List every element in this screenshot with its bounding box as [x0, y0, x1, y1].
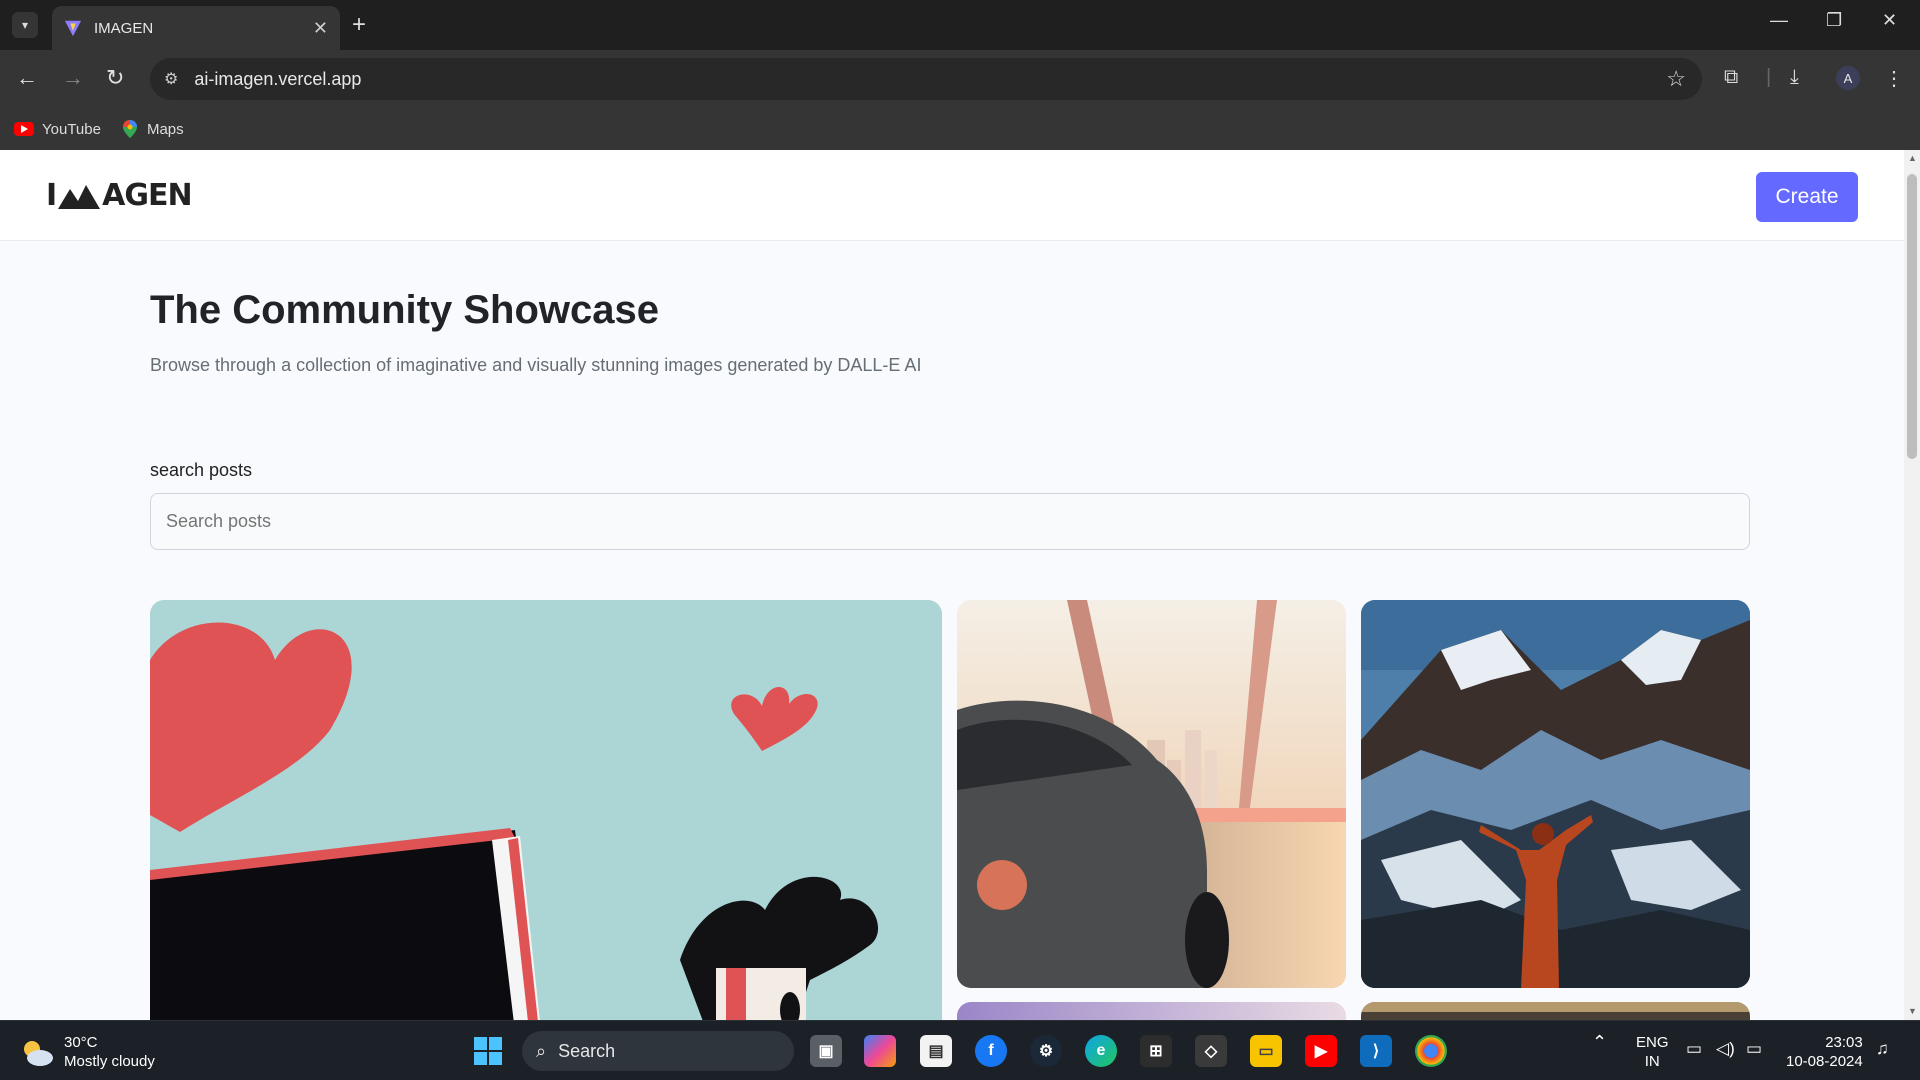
window-close-icon[interactable]: ✕ — [1882, 10, 1897, 31]
tab-close-icon[interactable]: ✕ — [313, 18, 328, 39]
site-info-icon[interactable]: ⚙ — [164, 69, 178, 89]
logo-text-right: AGEN — [102, 178, 192, 213]
weather-condition: Mostly cloudy — [64, 1053, 155, 1070]
taskbar-search-label: Search — [558, 1040, 616, 1061]
logo-text-left: I — [46, 178, 57, 213]
create-button[interactable]: Create — [1756, 172, 1858, 222]
search-label: search posts — [150, 460, 253, 480]
site-header: I AGEN Create — [0, 150, 1904, 241]
menu-icon[interactable]: ⋮ — [1884, 66, 1904, 91]
bookmark-maps[interactable]: Maps — [122, 120, 184, 138]
post-card[interactable] — [150, 600, 942, 1020]
toolbar-divider: | — [1766, 66, 1772, 88]
task-view-icon[interactable]: ▣ — [810, 1035, 842, 1067]
browser-tab[interactable]: IMAGEN ✕ — [52, 6, 340, 50]
bookmark-label: Maps — [146, 120, 184, 138]
site-logo[interactable]: I AGEN — [46, 178, 193, 213]
back-icon[interactable]: ← — [16, 66, 38, 90]
browser-tabstrip: ▾ IMAGEN ✕ + — ❐ ✕ — [0, 0, 1920, 50]
copilot-icon[interactable] — [864, 1035, 896, 1067]
post-image-partial — [957, 1002, 1346, 1020]
page-subtitle: Browse through a collection of imaginati… — [150, 355, 922, 375]
new-tab-button[interactable]: + — [352, 12, 366, 38]
post-card[interactable] — [1361, 1002, 1750, 1020]
scroll-down-icon[interactable]: ▼ — [1908, 1006, 1917, 1016]
language-indicator[interactable]: ENG IN — [1636, 1033, 1669, 1071]
profile-avatar[interactable]: A — [1836, 66, 1860, 90]
post-image-car — [957, 600, 1346, 988]
maps-icon — [122, 120, 137, 138]
cloudy-weather-icon — [24, 1041, 53, 1066]
url-text: ai-imagen.vercel.app — [194, 68, 362, 89]
weather-temperature: 30°C — [64, 1034, 98, 1051]
page-scrollbar[interactable]: ▲ ▼ — [1904, 150, 1920, 1020]
post-card[interactable] — [957, 600, 1346, 988]
tab-title: IMAGEN — [94, 19, 154, 37]
steam-icon[interactable]: ⚙ — [1030, 1035, 1062, 1067]
post-card[interactable] — [957, 1002, 1346, 1020]
tray-overflow-icon[interactable]: ⌃ — [1592, 1033, 1607, 1052]
youtube-app-icon[interactable]: ▶ — [1305, 1035, 1337, 1067]
forward-icon[interactable]: → — [62, 66, 84, 90]
scrollbar-thumb[interactable] — [1907, 174, 1917, 459]
bookmark-youtube[interactable]: YouTube — [14, 121, 101, 138]
file-explorer-icon[interactable]: ▭ — [1250, 1035, 1282, 1067]
page-viewport: I AGEN Create The Community Showcase Bro… — [0, 150, 1904, 1020]
region-code: IN — [1644, 1053, 1660, 1070]
scroll-up-icon[interactable]: ▲ — [1908, 153, 1917, 163]
battery-icon[interactable]: ▭ — [1746, 1039, 1762, 1058]
volume-icon[interactable]: ◁) — [1716, 1039, 1735, 1058]
tab-search-button[interactable]: ▾ — [12, 12, 38, 38]
post-image-mountain — [1361, 600, 1750, 988]
clock-date: 10-08-2024 — [1786, 1053, 1863, 1070]
edge-icon[interactable]: e — [1085, 1035, 1117, 1067]
minimize-icon[interactable]: — — [1770, 10, 1788, 31]
clock-time: 23:03 — [1825, 1034, 1863, 1051]
bookmarks-bar: YouTube Maps — [0, 108, 1920, 150]
network-icon[interactable]: ▭ — [1686, 1039, 1702, 1058]
search-input[interactable] — [150, 493, 1750, 550]
screen: ▾ IMAGEN ✕ + — ❐ ✕ ← → ↻ ⚙ ai-imagen.ver… — [0, 0, 1920, 1080]
facebook-icon[interactable]: f — [975, 1035, 1007, 1067]
page-title: The Community Showcase — [150, 288, 659, 332]
notification-bell-icon[interactable]: ♫ — [1876, 1039, 1889, 1058]
extensions-icon[interactable]: ⧉ — [1724, 66, 1738, 89]
chrome-icon[interactable] — [1415, 1035, 1447, 1067]
bookmark-label: YouTube — [42, 120, 101, 138]
windows-start-icon[interactable] — [474, 1037, 502, 1065]
file-icon[interactable]: ▤ — [920, 1035, 952, 1067]
address-bar[interactable]: ⚙ ai-imagen.vercel.app ☆ — [150, 58, 1702, 100]
browser-toolbar: ← → ↻ ⚙ ai-imagen.vercel.app ☆ ⧉ | ⤓ ⋮ — [0, 50, 1920, 108]
search-icon: ⌕ — [536, 1040, 547, 1061]
youtube-icon — [14, 122, 34, 136]
restore-icon[interactable]: ❐ — [1826, 10, 1842, 31]
vite-favicon-icon — [64, 20, 82, 37]
post-card[interactable] — [1361, 600, 1750, 988]
vscode-icon[interactable]: ⟩ — [1360, 1035, 1392, 1067]
mountain-logo-icon — [58, 184, 101, 209]
weather-widget[interactable]: 30°C Mostly cloudy — [20, 1033, 155, 1071]
unity-icon[interactable]: ◇ — [1195, 1035, 1227, 1067]
post-image-partial — [1361, 1002, 1750, 1020]
clock[interactable]: 23:03 10-08-2024 — [1786, 1033, 1863, 1071]
post-image-illustration — [150, 600, 942, 1020]
reload-icon[interactable]: ↻ — [106, 66, 124, 90]
downloads-icon[interactable]: ⤓ — [1790, 66, 1799, 89]
taskbar-search[interactable]: ⌕ Search — [522, 1031, 794, 1071]
bookmark-star-icon[interactable]: ☆ — [1666, 66, 1686, 92]
windows-taskbar: 30°C Mostly cloudy ⌕ Search ▣ ▤ f ⚙ e ⊞ … — [0, 1020, 1920, 1080]
language-code: ENG — [1636, 1034, 1669, 1051]
microsoft-store-icon[interactable]: ⊞ — [1140, 1035, 1172, 1067]
